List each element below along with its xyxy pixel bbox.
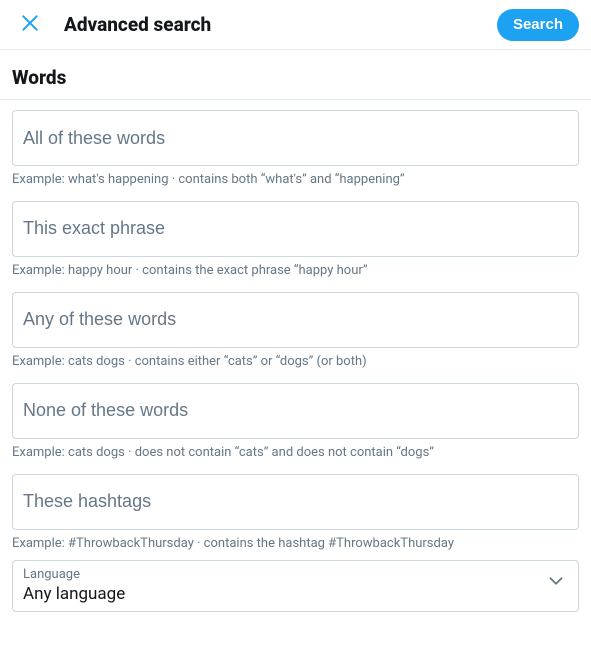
any-words-input[interactable]	[12, 292, 579, 348]
field-exact-phrase: Example: happy hour · contains the exact…	[0, 191, 591, 282]
hashtags-hint: Example: #ThrowbackThursday · contains t…	[12, 536, 579, 553]
modal-title: Advanced search	[64, 13, 497, 36]
field-all-words: Example: what's happening · contains bot…	[0, 100, 591, 191]
all-words-hint: Example: what's happening · contains bot…	[12, 172, 579, 189]
none-words-input[interactable]	[12, 383, 579, 439]
none-words-hint: Example: cats dogs · does not contain “c…	[12, 445, 579, 462]
modal-header: Advanced search Search	[0, 0, 591, 50]
all-words-input[interactable]	[12, 110, 579, 166]
language-select[interactable]: Language Any language	[12, 560, 579, 612]
section-heading-words: Words	[0, 50, 591, 100]
field-none-words: Example: cats dogs · does not contain “c…	[0, 373, 591, 464]
language-label: Language	[23, 567, 568, 583]
field-language: Language Any language	[0, 554, 591, 612]
language-value: Any language	[23, 583, 568, 605]
exact-phrase-input[interactable]	[12, 201, 579, 257]
close-icon	[20, 13, 40, 37]
search-button[interactable]: Search	[497, 9, 579, 41]
exact-phrase-hint: Example: happy hour · contains the exact…	[12, 263, 579, 280]
advanced-search-modal: Advanced search Search Words Example: wh…	[0, 0, 591, 648]
any-words-hint: Example: cats dogs · contains either “ca…	[12, 354, 579, 371]
field-hashtags: Example: #ThrowbackThursday · contains t…	[0, 464, 591, 555]
hashtags-input[interactable]	[12, 474, 579, 530]
modal-content-inner: Words Example: what's happening · contai…	[0, 50, 591, 616]
modal-content-scroll[interactable]: Words Example: what's happening · contai…	[0, 50, 591, 648]
close-button[interactable]	[12, 7, 48, 43]
chevron-down-icon	[545, 570, 567, 596]
field-any-words: Example: cats dogs · contains either “ca…	[0, 282, 591, 373]
